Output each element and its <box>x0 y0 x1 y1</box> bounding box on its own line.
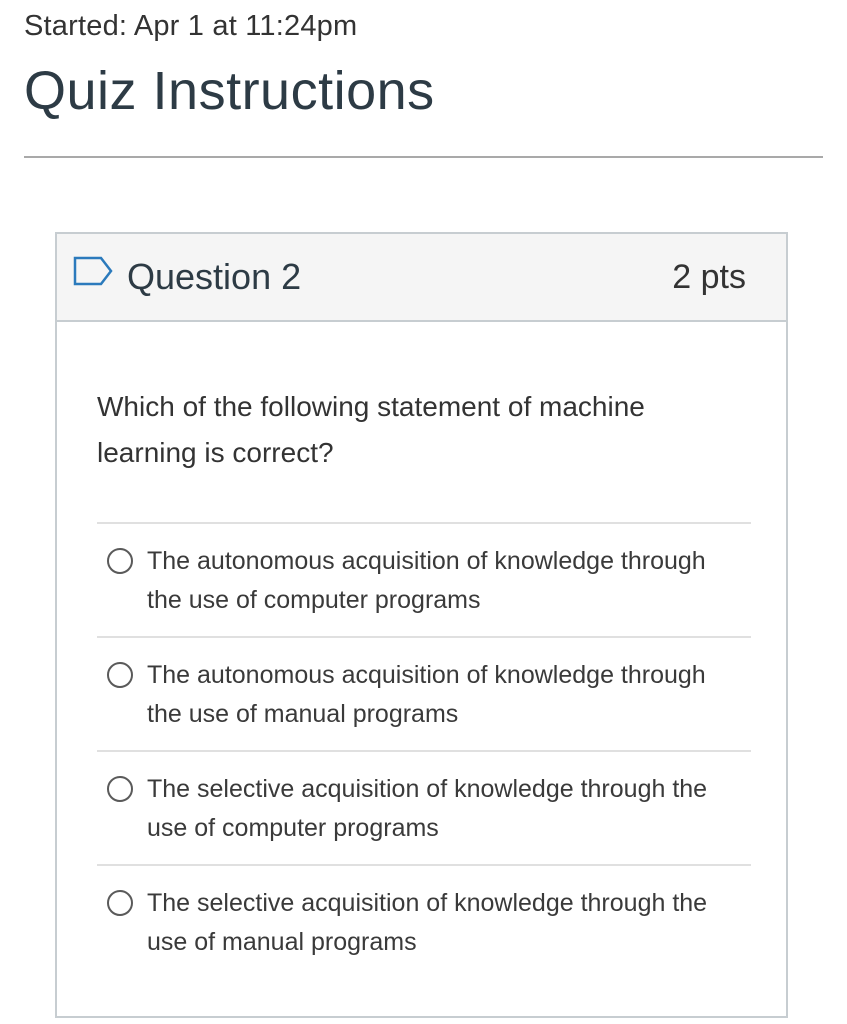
question-points: 2 pts <box>672 258 746 296</box>
radio-button[interactable] <box>107 890 133 916</box>
answer-option[interactable]: The selective acquisition of knowledge t… <box>97 864 751 978</box>
question-header: Question 2 2 pts <box>57 234 786 322</box>
radio-button[interactable] <box>107 662 133 688</box>
question-text: Which of the following statement of mach… <box>97 391 645 468</box>
bookmark-flag-icon[interactable] <box>73 256 117 286</box>
title-divider <box>24 156 823 158</box>
page-title: Quiz Instructions <box>24 61 435 121</box>
answer-label[interactable]: The autonomous acquisition of knowledge … <box>147 656 727 734</box>
question-card: Question 2 2 pts Which of the following … <box>55 232 788 1018</box>
radio-button[interactable] <box>107 548 133 574</box>
answer-label[interactable]: The selective acquisition of knowledge t… <box>147 884 727 962</box>
question-name: Question 2 <box>127 256 302 297</box>
radio-button[interactable] <box>107 776 133 802</box>
answer-option[interactable]: The selective acquisition of knowledge t… <box>97 750 751 864</box>
answer-label[interactable]: The selective acquisition of knowledge t… <box>147 770 727 848</box>
answer-list: The autonomous acquisition of knowledge … <box>97 522 751 978</box>
answer-label[interactable]: The autonomous acquisition of knowledge … <box>147 542 727 620</box>
started-timestamp: Started: Apr 1 at 11:24pm <box>24 10 358 42</box>
answer-option[interactable]: The autonomous acquisition of knowledge … <box>97 522 751 636</box>
answer-option[interactable]: The autonomous acquisition of knowledge … <box>97 636 751 750</box>
